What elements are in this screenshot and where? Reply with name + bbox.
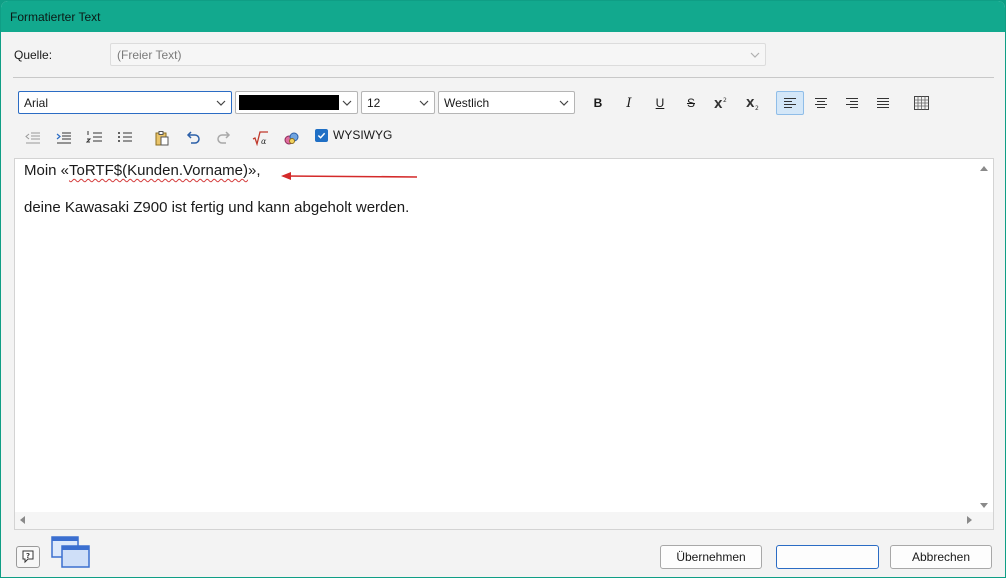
scroll-right-icon[interactable]: [965, 516, 973, 524]
svg-text:X: X: [714, 98, 723, 111]
source-select-value: (Freier Text): [117, 48, 182, 62]
script-value: Westlich: [444, 96, 490, 110]
bullet-list-button[interactable]: [112, 126, 138, 150]
align-left-button[interactable]: [776, 91, 804, 115]
italic-icon: I: [626, 95, 632, 111]
link-field-icon: [284, 132, 299, 145]
font-size-value: 12: [367, 96, 381, 110]
vertical-scrollbar[interactable]: [976, 159, 993, 514]
paste-button[interactable]: [149, 126, 175, 150]
indent-icon: [56, 132, 71, 144]
justify-icon: [877, 98, 889, 108]
font-family-value: Arial: [24, 96, 49, 110]
numbered-list-button[interactable]: [82, 126, 108, 150]
undo-button[interactable]: [180, 126, 206, 150]
svg-text:α: α: [261, 137, 267, 146]
merge-field: ToRTF$(Kunden.Vorname): [69, 162, 249, 179]
wysiwyg-label: WYSIWYG: [333, 128, 393, 142]
dialog-window: Formatierter Text Quelle: (Freier Text) …: [0, 0, 1006, 578]
scroll-down-icon[interactable]: [980, 501, 988, 509]
bullet-list-icon: [118, 132, 132, 142]
source-label: Quelle:: [14, 48, 52, 62]
align-center-icon: [815, 98, 827, 108]
horizontal-scrollbar[interactable]: [15, 512, 977, 529]
superscript-button[interactable]: X2: [709, 91, 735, 115]
help-button[interactable]: ?: [16, 546, 40, 568]
outdent-button[interactable]: [20, 126, 46, 150]
strikethrough-icon: S: [686, 96, 695, 110]
source-select[interactable]: (Freier Text): [110, 43, 766, 66]
outdent-icon: [25, 132, 40, 144]
checkbox-checked-icon: [315, 128, 328, 142]
greeting-suffix: »,: [248, 162, 261, 179]
greeting-prefix: Moin «: [24, 162, 70, 179]
indent-button[interactable]: [51, 126, 77, 150]
superscript-icon: X2: [714, 97, 727, 111]
subscript-button[interactable]: X2: [741, 91, 767, 115]
insert-field-button[interactable]: [279, 126, 305, 150]
chevron-down-icon: [419, 97, 429, 107]
insert-formula-button[interactable]: α: [248, 126, 274, 150]
cancel-button[interactable]: Abbrechen: [890, 545, 992, 569]
title-bar: Formatierter Text: [1, 1, 1005, 32]
editor-line: deine Kawasaki Z900 ist fertig und kann …: [24, 199, 410, 216]
subscript-icon: X2: [746, 97, 759, 111]
window-title: Formatierter Text: [10, 10, 101, 24]
justify-button[interactable]: [870, 91, 896, 115]
italic-button[interactable]: I: [616, 91, 642, 115]
insert-table-button[interactable]: [908, 91, 934, 115]
redo-icon: [217, 131, 231, 144]
font-color-select[interactable]: [235, 91, 358, 114]
script-select[interactable]: Westlich: [438, 91, 575, 114]
undo-icon: [186, 131, 200, 144]
chevron-down-icon: [342, 97, 352, 107]
color-swatch: [239, 95, 339, 110]
svg-text:2: 2: [755, 105, 759, 111]
scrollbar-corner: [976, 512, 993, 529]
font-size-select[interactable]: 12: [361, 91, 435, 114]
underline-button[interactable]: U: [647, 91, 673, 115]
underline-icon: U: [655, 96, 665, 110]
numbered-list-icon: [86, 131, 102, 143]
scroll-up-icon[interactable]: [980, 165, 988, 173]
svg-text:2: 2: [723, 97, 727, 104]
red-arrow-annotation: [281, 172, 418, 180]
align-right-button[interactable]: [839, 91, 865, 115]
source-label-text: Quelle:: [14, 48, 53, 62]
redo-button[interactable]: [211, 126, 237, 150]
align-left-icon: [784, 98, 796, 108]
table-icon: [913, 96, 929, 110]
wysiwyg-checkbox[interactable]: WYSIWYG: [315, 128, 392, 142]
blank-button[interactable]: [776, 545, 879, 569]
chevron-down-icon: [559, 97, 569, 107]
rich-text-editor[interactable]: Moin «ToRTF$(Kunden.Vorname)», deine Kaw…: [14, 158, 994, 530]
scroll-left-icon[interactable]: [19, 516, 27, 524]
help-icon: ?: [22, 550, 34, 564]
divider: [13, 77, 994, 78]
formula-icon: α: [252, 131, 268, 146]
clipboard-icon: [155, 131, 169, 146]
cancel-button-label: Abbrechen: [911, 550, 971, 564]
bold-button[interactable]: B: [585, 91, 611, 115]
strikethrough-button[interactable]: S: [678, 91, 704, 115]
font-family-select[interactable]: Arial: [18, 91, 232, 114]
apply-button-label: Übernehmen: [676, 550, 746, 564]
chevron-down-icon: [750, 49, 760, 59]
editor-line: Moin «ToRTF$(Kunden.Vorname)»,: [24, 162, 261, 179]
bold-icon: B: [593, 96, 603, 110]
cascade-windows-icon[interactable]: [49, 535, 93, 571]
svg-text:?: ?: [26, 552, 30, 560]
chevron-down-icon: [216, 97, 226, 107]
apply-button[interactable]: Übernehmen: [660, 545, 762, 569]
svg-text:X: X: [746, 97, 755, 110]
align-right-icon: [846, 98, 858, 108]
align-center-button[interactable]: [808, 91, 834, 115]
